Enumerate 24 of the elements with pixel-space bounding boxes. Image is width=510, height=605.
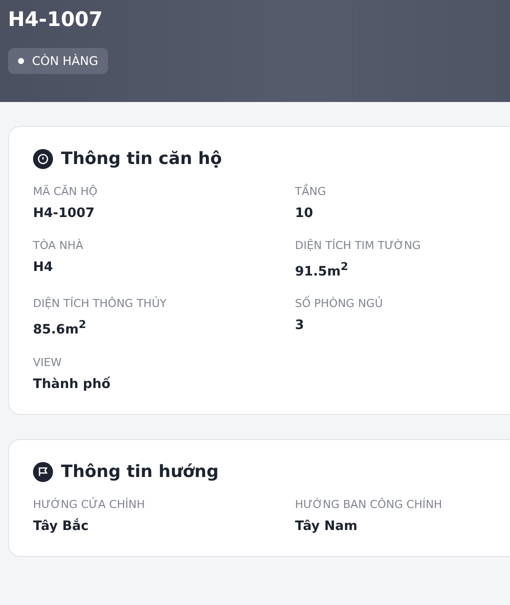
field-label: HƯỚNG CỬA CHÍNH: [33, 498, 146, 511]
field-value: H4: [33, 260, 54, 275]
field-label: TÒA NHÀ: [33, 239, 84, 252]
field-value: H4-1007: [33, 206, 96, 221]
field-value: 85.6m$^{2}$: [33, 318, 88, 338]
field-value: 91.5m$^{2}$: [295, 260, 350, 280]
field-label: VIEW: [33, 356, 63, 369]
status-badge: CÒN HÀNG: [8, 48, 108, 74]
field-label: DIỆN TÍCH THÔNG THỦY: [33, 297, 168, 310]
info-icon: [33, 149, 53, 169]
field-label: MÃ CĂN HỘ: [33, 185, 98, 198]
field-value: 10: [295, 206, 314, 221]
field-label: TẦNG: [295, 185, 327, 198]
field-label: SỐ PHÒNG NGỦ: [295, 297, 384, 310]
card-title: Thông tin căn hộ: [61, 149, 222, 169]
field-label: DIỆN TÍCH TIM TƯỜNG: [295, 239, 422, 252]
flag-icon: [33, 462, 53, 482]
card-title: Thông tin hướng: [61, 462, 219, 482]
field-value: Tây Nam: [295, 518, 358, 534]
field-value: Tây Bắc: [33, 518, 90, 534]
field-label: HƯỚNG BAN CÔNG CHÍNH: [295, 498, 444, 511]
field-value: Thành phố: [33, 376, 112, 392]
field-value: 3: [295, 318, 306, 334]
apartment-title: H4-1007: [8, 6, 104, 32]
